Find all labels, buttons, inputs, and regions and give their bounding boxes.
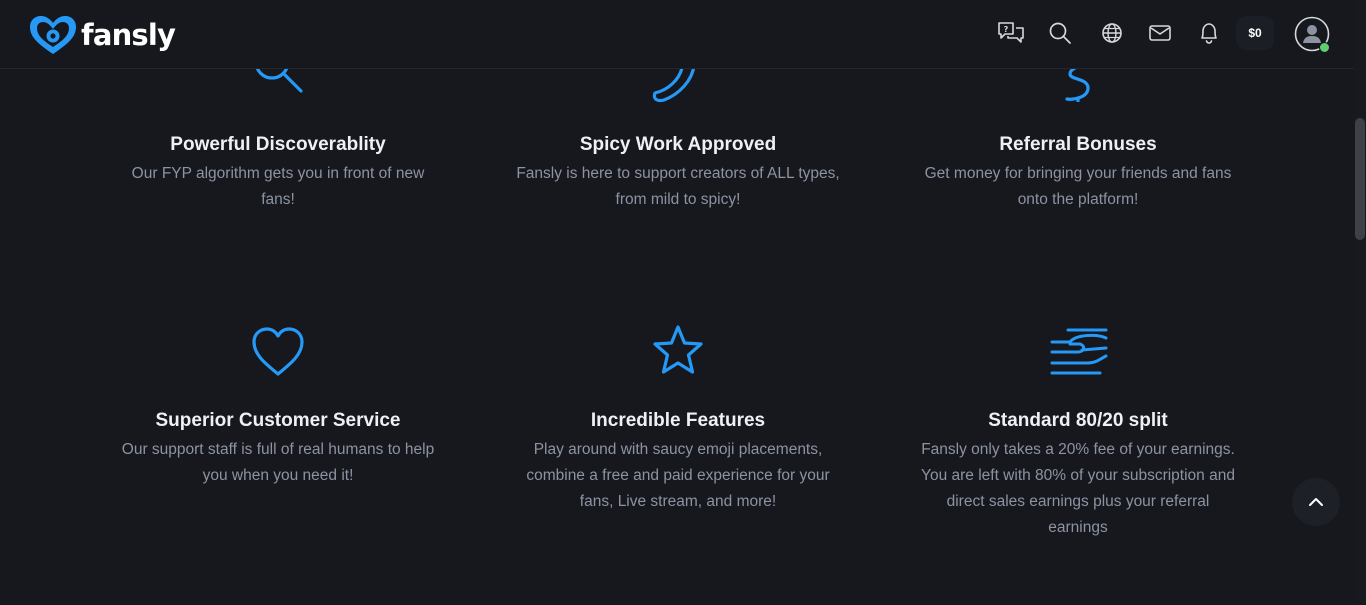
heart-icon [252, 327, 304, 376]
feature-description-line: Our support staff is full of real humans… [121, 441, 435, 458]
feature-title: Powerful Discoverablity [170, 134, 386, 155]
hand-money-icon [1050, 328, 1108, 375]
feature-description-line: fans, Live stream, and more! [579, 493, 777, 510]
page: Powerful Discoverablity Our FYP algorith… [0, 0, 1366, 605]
feature-title: Incredible Features [590, 410, 766, 431]
feature-description: Play around with saucy emoji placements,… [498, 437, 858, 515]
online-status-dot [1319, 42, 1330, 53]
feature-title: Referral Bonuses [999, 134, 1157, 155]
mail-icon[interactable] [1145, 18, 1175, 48]
feature-title: Standard 80/20 split [988, 410, 1168, 431]
feature-description: Get money for bringing your friends and … [898, 161, 1258, 213]
feature-title: Superior Customer Service [155, 410, 401, 431]
scroll-to-top-button[interactable] [1292, 478, 1340, 526]
feature-description-line: fans! [261, 191, 295, 208]
feature-description: Our FYP algorithm gets you in front of n… [98, 161, 458, 213]
feature-description-line: Our FYP algorithm gets you in front of n… [131, 165, 425, 182]
feature-description: Our support staff is full of real humans… [98, 437, 458, 489]
scrollbar-thumb[interactable] [1355, 118, 1365, 240]
logo-text: fansly [81, 18, 176, 52]
feature-description-line: direct sales earnings plus your referral [946, 493, 1210, 510]
feature-description-line: combine a free and paid experience for y… [526, 467, 830, 484]
heart-logo-icon [30, 16, 76, 54]
fansly-logo[interactable]: fansly [28, 14, 176, 56]
feature-description-line: You are left with 80% of your subscripti… [921, 467, 1235, 484]
feature-customer-service: Superior Customer Service Our support st… [98, 320, 458, 520]
top-navigation-bar: fansly ? $0 [0, 0, 1354, 69]
scrollbar-track[interactable] [1354, 0, 1366, 605]
feature-description-line: Play around with saucy emoji placements, [533, 441, 823, 458]
feature-description-line: Fansly only takes a 20% fee of your earn… [921, 441, 1235, 458]
bell-icon[interactable] [1194, 18, 1224, 48]
feature-description: Fansly is here to support creators of AL… [498, 161, 858, 213]
feature-description-line: Get money for bringing your friends and … [924, 165, 1232, 182]
feature-incredible-features: Incredible Features Play around with sau… [498, 320, 858, 520]
feature-revenue-split: Standard 80/20 split Fansly only takes a… [898, 320, 1258, 550]
globe-icon[interactable] [1097, 18, 1127, 48]
svg-text:?: ? [1004, 25, 1009, 34]
feature-description-line: onto the platform! [1017, 191, 1139, 208]
feature-description: Fansly only takes a 20% fee of your earn… [898, 437, 1258, 541]
feature-title: Spicy Work Approved [579, 134, 777, 155]
chevron-up-icon [1309, 498, 1323, 506]
feature-description-line: Fansly is here to support creators of AL… [516, 165, 840, 182]
search-icon[interactable] [1045, 18, 1075, 48]
wallet-balance[interactable]: $0 [1236, 16, 1274, 50]
feature-description-line: from mild to spicy! [615, 191, 741, 208]
feature-description-line: you when you need it! [202, 467, 354, 484]
feature-description-line: earnings [1048, 519, 1108, 536]
star-icon [653, 325, 703, 374]
support-chat-icon[interactable]: ? [996, 18, 1026, 48]
